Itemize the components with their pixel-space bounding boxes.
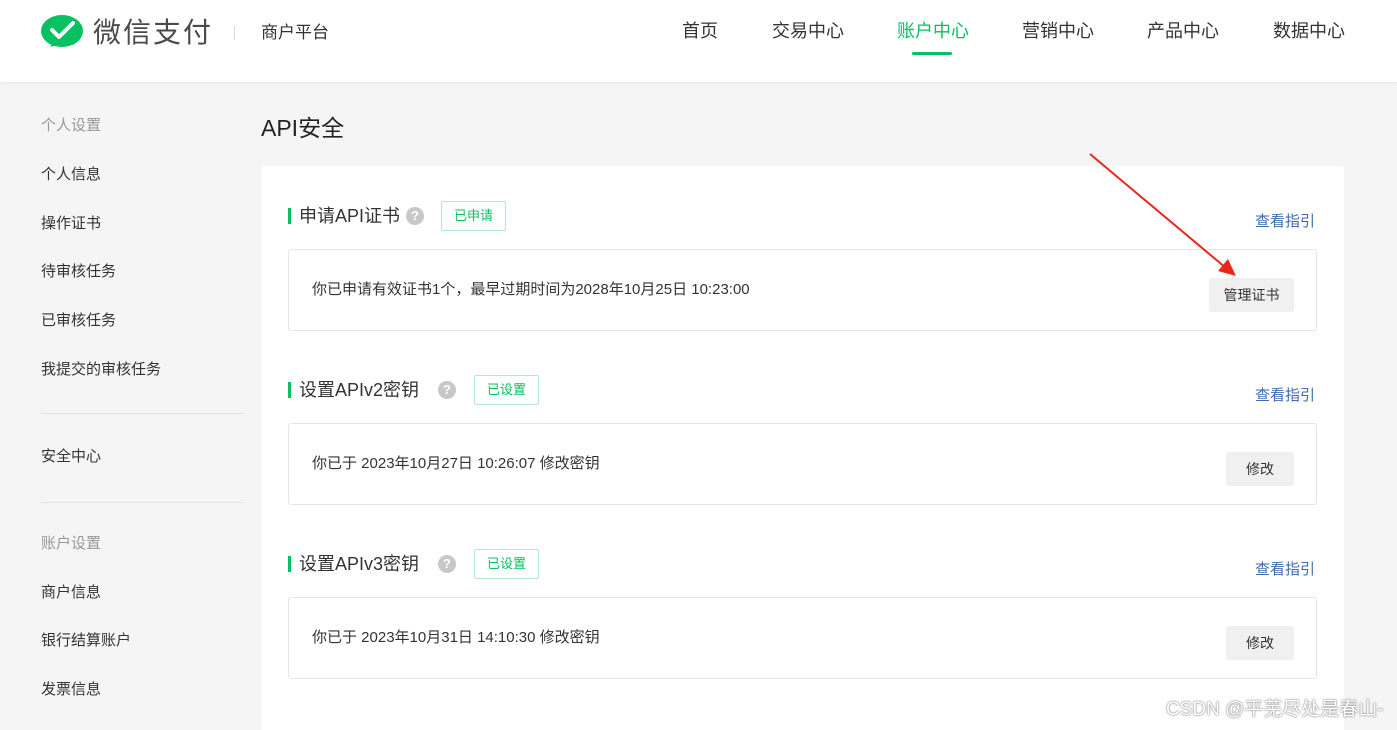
sidebar-item-operation-cert[interactable]: 操作证书: [41, 214, 101, 234]
section-title: 设置APIv3密钥: [299, 554, 420, 574]
sidebar-item-my-submitted-tasks[interactable]: 我提交的审核任务: [41, 360, 161, 380]
sidebar: 个人设置 个人信息 操作证书 待审核任务 已审核任务 我提交的审核任务 安全中心…: [0, 82, 260, 730]
status-badge: 已设置: [474, 375, 540, 405]
nav-home[interactable]: 首页: [682, 19, 718, 43]
section-accent-bar: [288, 208, 291, 224]
nav-data-center[interactable]: 数据中心: [1273, 19, 1345, 43]
view-guide-link[interactable]: 查看指引: [1255, 560, 1315, 580]
section-accent-bar: [288, 556, 291, 572]
sidebar-item-security-center[interactable]: 安全中心: [41, 447, 101, 467]
top-header: 微信支付 商户平台 首页 交易中心 账户中心 营销中心 产品中心 数据中心: [0, 0, 1397, 82]
section-accent-bar: [288, 382, 291, 398]
info-text: 你已申请有效证书1个，最早过期时间为2028年10月25日 10:23:00: [312, 281, 750, 298]
page-title: API安全: [261, 115, 345, 141]
view-guide-link[interactable]: 查看指引: [1255, 386, 1315, 406]
info-text: 你已于 2023年10月27日 10:26:07 修改密钥: [312, 455, 600, 472]
sidebar-item-bank-account[interactable]: 银行结算账户: [41, 631, 131, 651]
main-nav: 首页 交易中心 账户中心 营销中心 产品中心 数据中心: [0, 0, 1397, 82]
question-mark-icon[interactable]: ?: [438, 381, 456, 399]
manage-cert-button[interactable]: 管理证书: [1209, 278, 1294, 312]
section-title: 申请API证书: [299, 206, 401, 226]
sidebar-item-personal-info[interactable]: 个人信息: [41, 165, 101, 185]
sidebar-group-account: 账户设置: [41, 535, 102, 552]
status-badge: 已设置: [474, 549, 540, 579]
info-text: 你已于 2023年10月31日 14:10:30 修改密钥: [312, 629, 600, 646]
info-box: 你已于 2023年10月31日 14:10:30 修改密钥 修改: [288, 597, 1317, 679]
csdn-watermark: CSDN @平芜尽处是春山-: [1166, 699, 1384, 720]
modify-key-button[interactable]: 修改: [1226, 626, 1294, 660]
sidebar-divider: [41, 413, 244, 414]
nav-trade-center[interactable]: 交易中心: [772, 19, 844, 43]
sidebar-item-pending-tasks[interactable]: 待审核任务: [41, 262, 116, 282]
nav-active-indicator: [912, 52, 952, 55]
nav-account-center[interactable]: 账户中心: [897, 19, 969, 43]
sidebar-item-reviewed-tasks[interactable]: 已审核任务: [41, 311, 116, 331]
status-badge: 已申请: [441, 201, 507, 231]
sidebar-item-merchant-info[interactable]: 商户信息: [41, 583, 101, 603]
sidebar-item-invoice-info[interactable]: 发票信息: [41, 680, 101, 700]
sidebar-divider: [41, 502, 244, 503]
nav-product-center[interactable]: 产品中心: [1147, 19, 1219, 43]
section-title: 设置APIv2密钥: [299, 380, 420, 400]
info-box: 你已于 2023年10月27日 10:26:07 修改密钥 修改: [288, 423, 1317, 505]
info-box: 你已申请有效证书1个，最早过期时间为2028年10月25日 10:23:00 管…: [288, 249, 1317, 331]
question-mark-icon[interactable]: ?: [406, 207, 424, 225]
question-mark-icon[interactable]: ?: [438, 555, 456, 573]
view-guide-link[interactable]: 查看指引: [1255, 212, 1315, 232]
sidebar-group-personal: 个人设置: [41, 117, 102, 134]
nav-marketing-center[interactable]: 营销中心: [1022, 19, 1094, 43]
modify-key-button[interactable]: 修改: [1226, 452, 1294, 486]
